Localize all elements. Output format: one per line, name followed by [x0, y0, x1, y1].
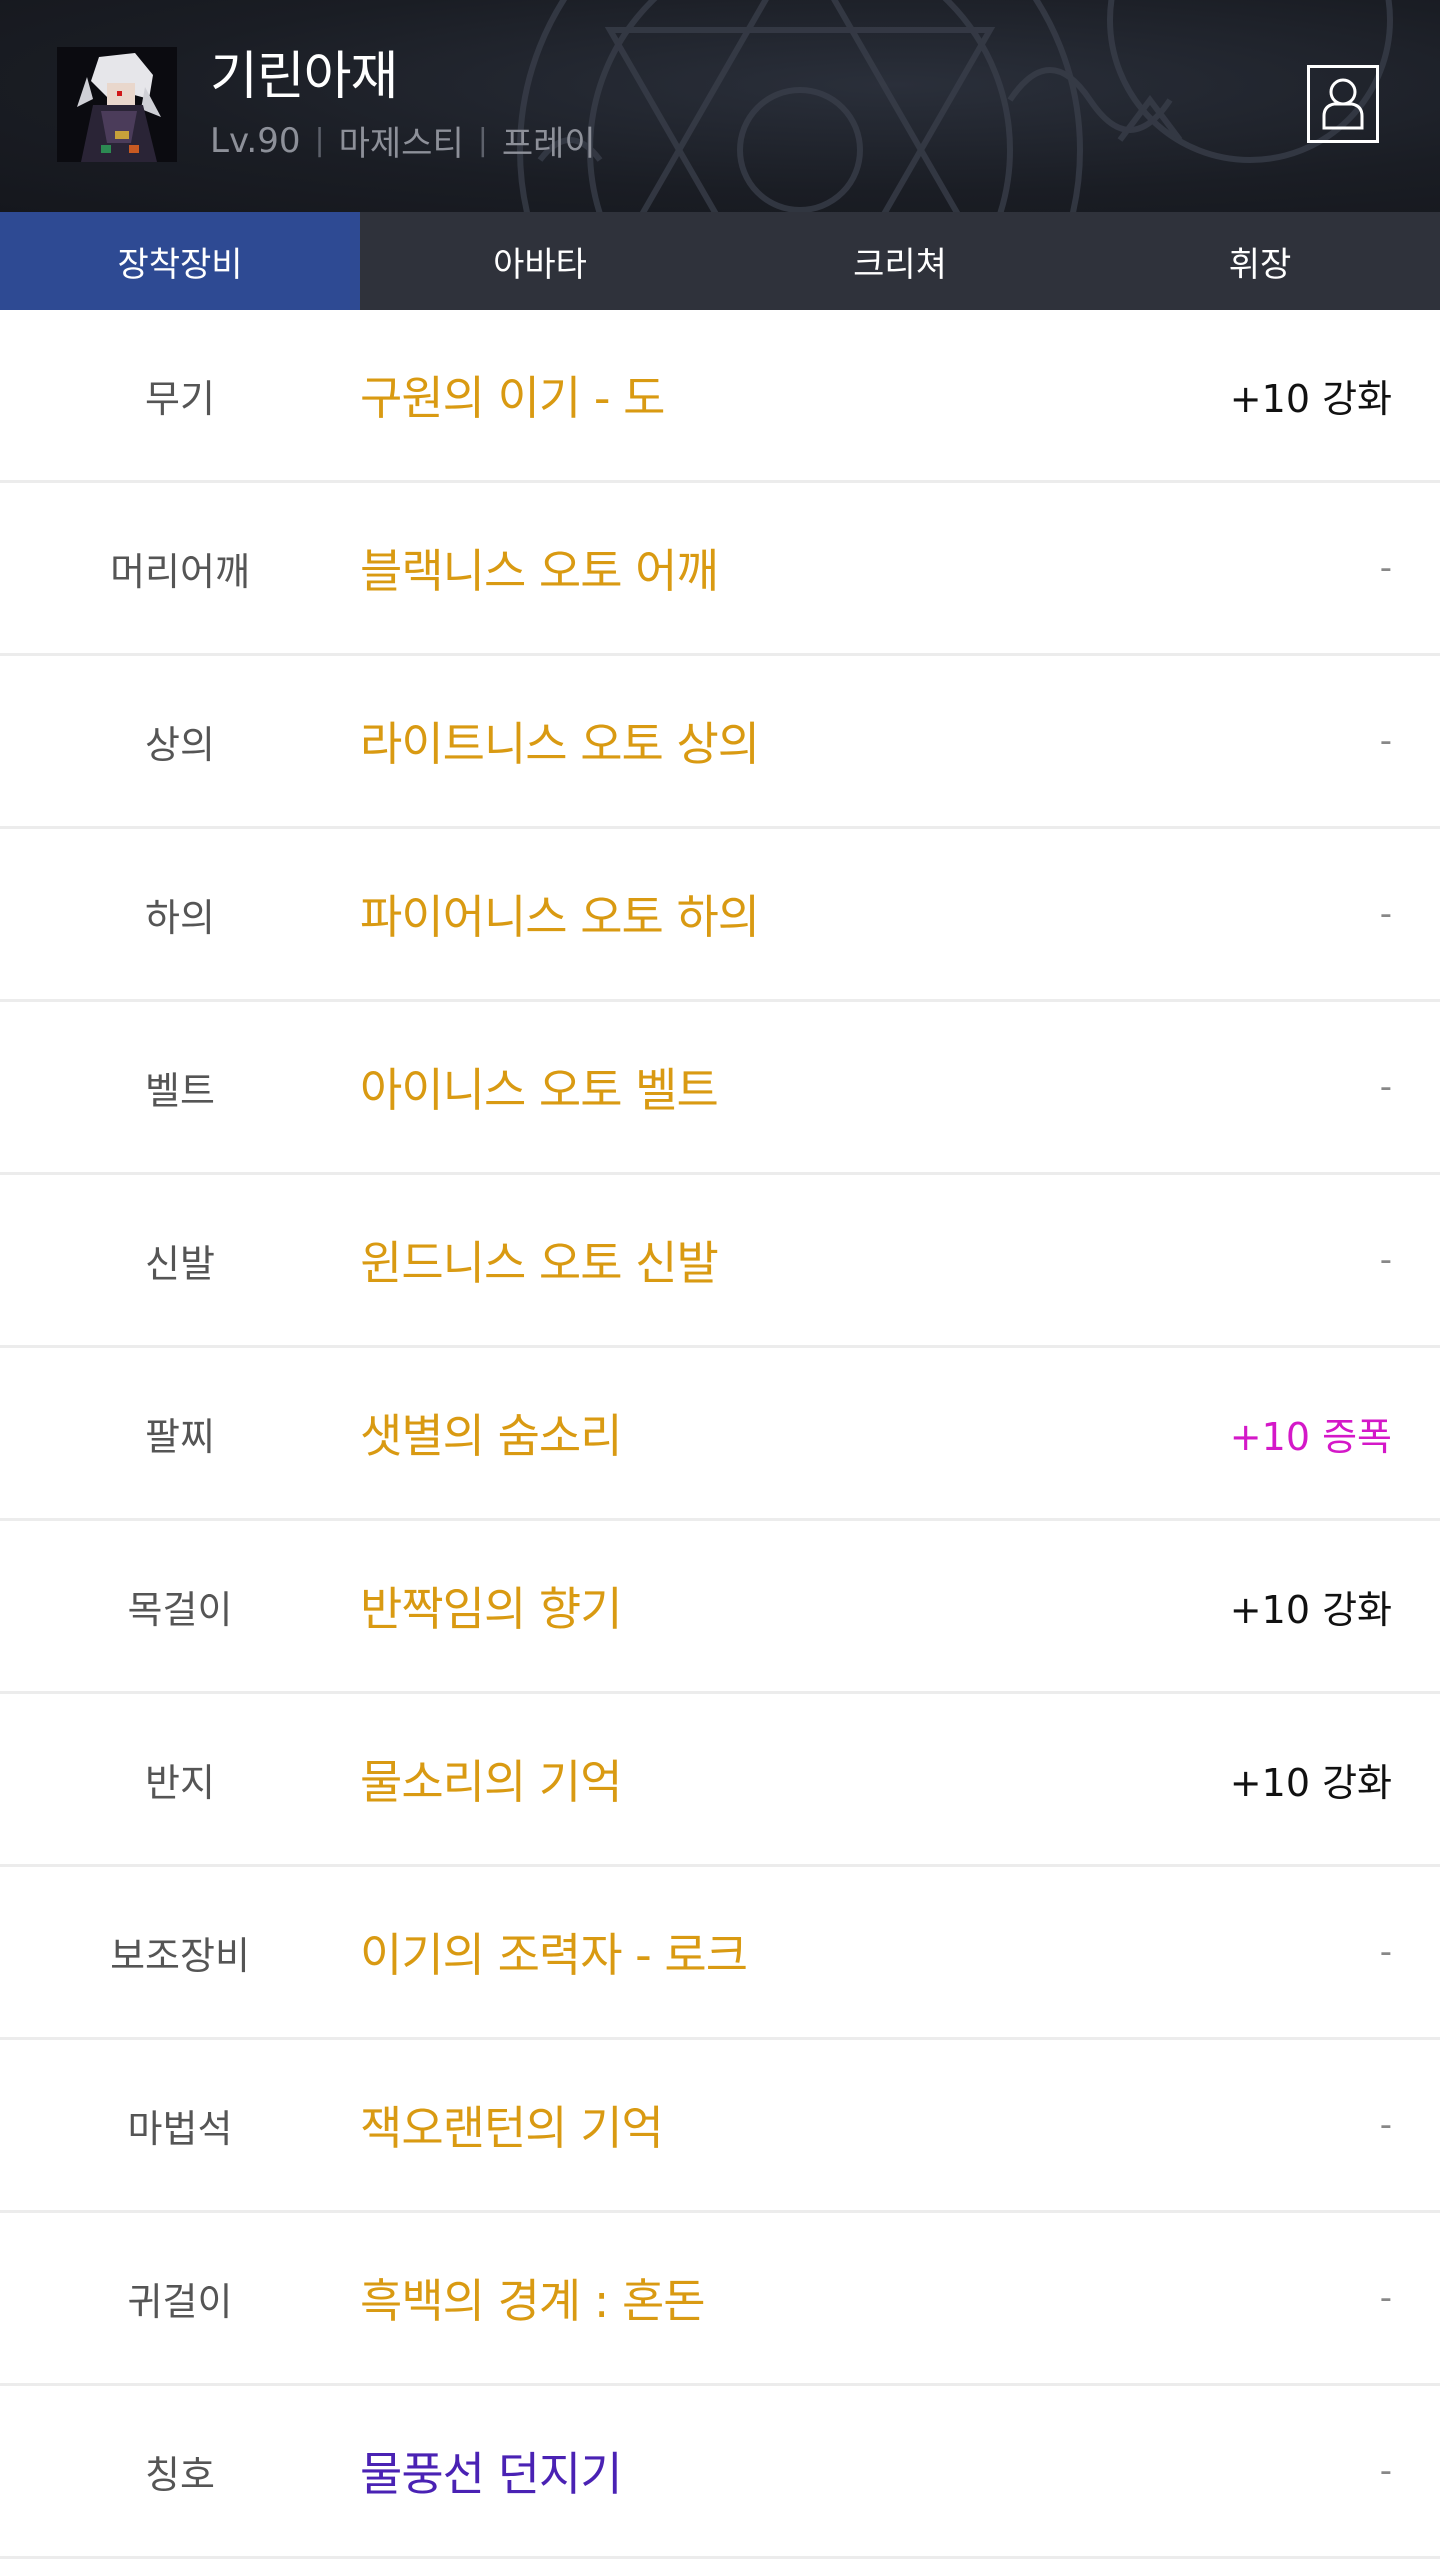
upgrade-status: +10 강화	[1229, 1587, 1392, 1632]
equipment-row-ring[interactable]: 반지 물소리의 기억 +10 강화	[0, 1694, 1440, 1867]
tab-avatar[interactable]: 아바타	[360, 212, 720, 310]
upgrade-status: +10 강화	[1229, 376, 1392, 421]
equipment-row-shoes[interactable]: 신발 윈드니스 오토 신발 -	[0, 1175, 1440, 1348]
item-name[interactable]: 샛별의 숨소리	[360, 1348, 623, 1518]
slot-label: 신발	[145, 1241, 215, 1286]
upgrade-status: -	[1379, 894, 1392, 934]
upgrade-status: +10 강화	[1229, 1760, 1392, 1805]
slot-label: 머리어깨	[110, 549, 250, 594]
slot-label: 반지	[145, 1760, 215, 1805]
equipment-row-top[interactable]: 상의 라이트니스 오토 상의 -	[0, 656, 1440, 829]
upgrade-status: -	[1379, 1240, 1392, 1280]
equipment-row-earring[interactable]: 귀걸이 흑백의 경계 : 혼돈 -	[0, 2213, 1440, 2386]
equipment-row-shoulder[interactable]: 머리어깨 블랙니스 오토 어깨 -	[0, 483, 1440, 656]
character-avatar	[57, 47, 177, 162]
upgrade-status: -	[1379, 1932, 1392, 1972]
equipment-row-bracelet[interactable]: 팔찌 샛별의 숨소리 +10 증폭	[0, 1348, 1440, 1521]
slot-label: 하의	[145, 895, 215, 940]
info-divider: |	[477, 123, 488, 158]
slot-label: 무기	[145, 376, 215, 421]
profile-header: 기린아재 Lv.90 | 마제스티 | 프레이	[0, 0, 1440, 212]
slot-label: 마법석	[127, 2106, 233, 2151]
item-name[interactable]: 반짝임의 향기	[360, 1521, 623, 1691]
character-name: 기린아재	[210, 47, 398, 107]
person-icon	[1322, 78, 1364, 130]
upgrade-status: -	[1379, 1067, 1392, 1107]
item-name[interactable]: 블랙니스 오토 어깨	[360, 483, 719, 653]
equipment-row-weapon[interactable]: 무기 구원의 이기 - 도 +10 강화	[0, 310, 1440, 483]
slot-label: 보조장비	[110, 1933, 250, 1978]
character-server: 프레이	[501, 124, 596, 164]
item-name[interactable]: 물소리의 기억	[360, 1694, 623, 1864]
slot-label: 상의	[145, 722, 215, 767]
item-name[interactable]: 물풍선 던지기	[360, 2386, 623, 2556]
upgrade-status: -	[1379, 2278, 1392, 2318]
item-name[interactable]: 이기의 조력자 - 로크	[360, 1867, 748, 2037]
item-name[interactable]: 윈드니스 오토 신발	[360, 1175, 719, 1345]
equipment-row-bottom[interactable]: 하의 파이어니스 오토 하의 -	[0, 829, 1440, 1002]
item-name[interactable]: 파이어니스 오토 하의	[360, 829, 760, 999]
item-name[interactable]: 흑백의 경계 : 혼돈	[360, 2213, 706, 2383]
upgrade-status: -	[1379, 2105, 1392, 2145]
equipment-row-belt[interactable]: 벨트 아이니스 오토 벨트 -	[0, 1002, 1440, 1175]
slot-label: 귀걸이	[127, 2279, 233, 2324]
item-name[interactable]: 구원의 이기 - 도	[360, 310, 665, 480]
equipment-list: 무기 구원의 이기 - 도 +10 강화 머리어깨 블랙니스 오토 어깨 - 상…	[0, 310, 1440, 2559]
tab-creature[interactable]: 크리쳐	[720, 212, 1080, 310]
slot-label: 벨트	[145, 1068, 215, 1113]
equipment-row-title[interactable]: 칭호 물풍선 던지기 -	[0, 2386, 1440, 2559]
tab-equipped-gear[interactable]: 장착장비	[0, 212, 360, 310]
item-name[interactable]: 라이트니스 오토 상의	[360, 656, 760, 826]
upgrade-status: +10 증폭	[1229, 1414, 1392, 1459]
profile-button[interactable]	[1307, 65, 1379, 143]
upgrade-status: -	[1379, 721, 1392, 761]
character-job: 마제스티	[338, 124, 464, 164]
item-name[interactable]: 잭오랜턴의 기억	[360, 2040, 664, 2210]
item-name[interactable]: 아이니스 오토 벨트	[360, 1002, 719, 1172]
equipment-tabs: 장착장비 아바타 크리쳐 휘장	[0, 212, 1440, 310]
slot-label: 칭호	[145, 2452, 215, 2497]
character-level: Lv.90	[210, 120, 301, 161]
equipment-row-support[interactable]: 보조장비 이기의 조력자 - 로크 -	[0, 1867, 1440, 2040]
info-divider: |	[314, 123, 325, 158]
slot-label: 목걸이	[127, 1587, 233, 1632]
equipment-row-necklace[interactable]: 목걸이 반짝임의 향기 +10 강화	[0, 1521, 1440, 1694]
slot-label: 팔찌	[145, 1414, 215, 1459]
upgrade-status: -	[1379, 2451, 1392, 2491]
upgrade-status: -	[1379, 548, 1392, 588]
equipment-row-magic-stone[interactable]: 마법석 잭오랜턴의 기억 -	[0, 2040, 1440, 2213]
tab-emblem[interactable]: 휘장	[1080, 212, 1440, 310]
character-info: Lv.90 | 마제스티 | 프레이	[210, 116, 596, 165]
